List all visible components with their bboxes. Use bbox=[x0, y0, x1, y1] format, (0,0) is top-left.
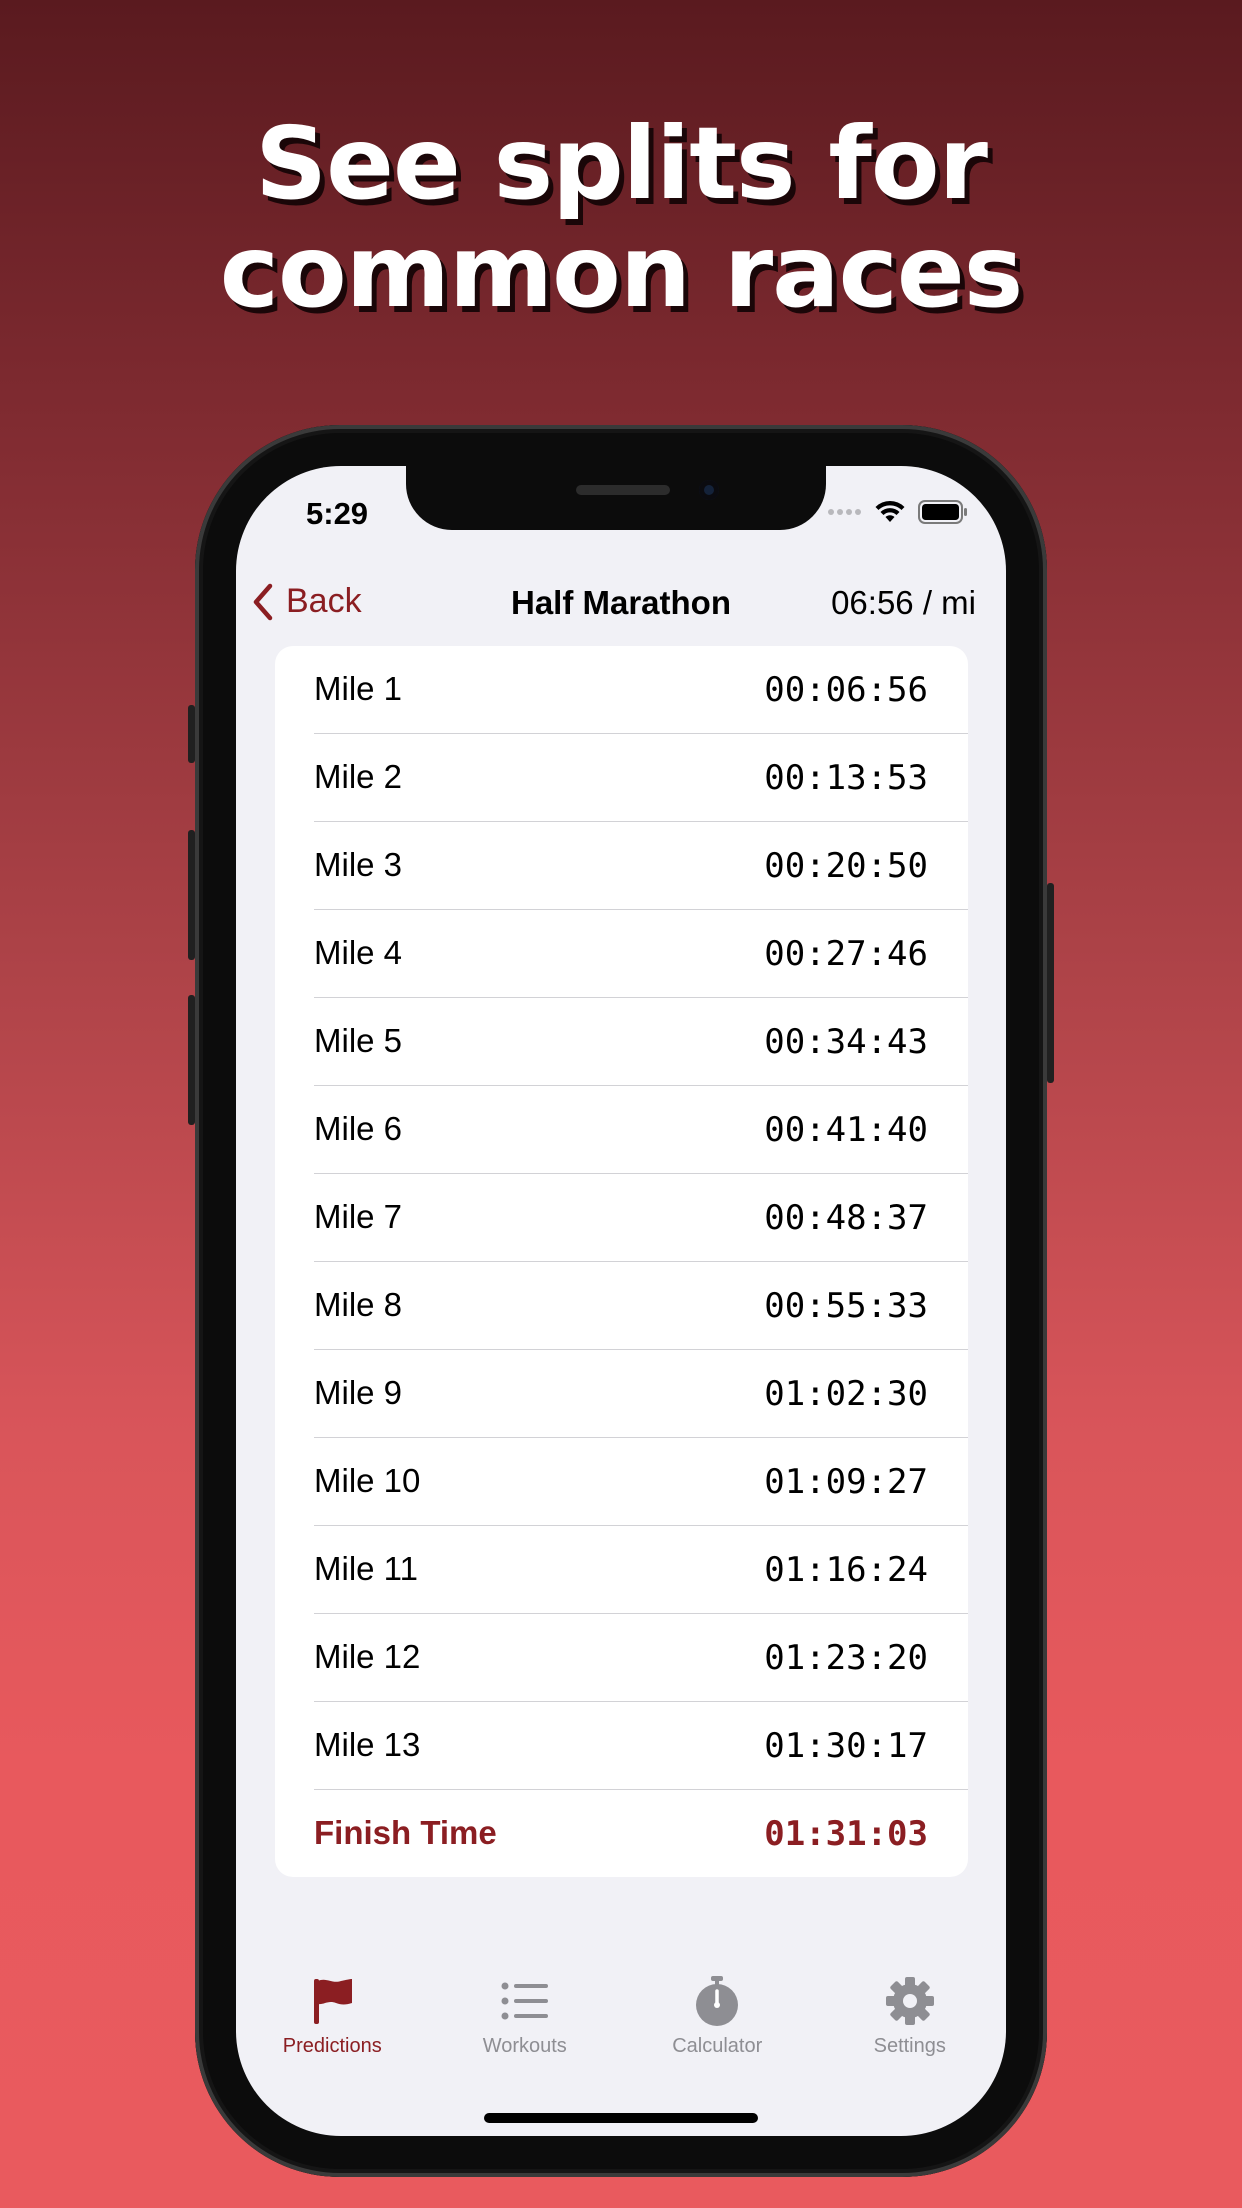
finish-time-row: Finish Time 01:31:03 bbox=[314, 1789, 968, 1877]
split-row: Mile 1 00:06:56 bbox=[314, 646, 968, 733]
split-time: 01:23:20 bbox=[764, 1638, 928, 1678]
split-time: 01:16:24 bbox=[764, 1550, 928, 1590]
split-label: Mile 7 bbox=[314, 1198, 403, 1235]
split-label: Mile 6 bbox=[314, 1110, 403, 1147]
wifi-icon bbox=[875, 500, 905, 522]
list-icon bbox=[501, 1982, 548, 2020]
split-time: 00:34:43 bbox=[764, 1022, 928, 1062]
split-label: Mile 4 bbox=[314, 934, 403, 971]
split-row: Mile 4 00:27:46 bbox=[314, 909, 968, 997]
headline-line-2: common races bbox=[219, 213, 1024, 330]
gear-icon bbox=[885, 1977, 934, 2025]
speaker-grille bbox=[576, 485, 670, 495]
split-row: Mile 10 01:09:27 bbox=[314, 1437, 968, 1525]
split-label: Mile 3 bbox=[314, 846, 403, 883]
navigation-bar: Back Half Marathon 06:56 / mi bbox=[236, 566, 1006, 636]
tab-predictions[interactable]: Predictions bbox=[236, 1971, 429, 2081]
split-row: Mile 12 01:23:20 bbox=[314, 1613, 968, 1701]
stopwatch-icon bbox=[696, 1976, 739, 2026]
silent-switch bbox=[188, 705, 195, 763]
tab-label: Calculator bbox=[672, 2035, 763, 2057]
battery-icon bbox=[918, 500, 967, 524]
split-row: Mile 11 01:16:24 bbox=[314, 1525, 968, 1613]
pace-value: 06:56 / mi bbox=[831, 584, 976, 621]
tab-calculator[interactable]: Calculator bbox=[621, 1971, 814, 2081]
split-row: Mile 7 00:48:37 bbox=[314, 1173, 968, 1261]
flag-icon bbox=[314, 1979, 353, 2024]
split-label: Mile 9 bbox=[314, 1374, 403, 1411]
split-time: 00:41:40 bbox=[764, 1110, 928, 1150]
tab-label: Predictions bbox=[282, 2035, 382, 2057]
phone-frame: 5:29 Back Half Marathon 06:56 / mi Mile … bbox=[188, 425, 1054, 2177]
split-label: Mile 1 bbox=[314, 670, 403, 707]
split-time: 01:02:30 bbox=[764, 1374, 928, 1414]
finish-label: Finish Time bbox=[314, 1814, 497, 1851]
tab-bar: Predictions Workouts Calculator Settings bbox=[236, 1971, 1006, 2081]
split-row: Mile 3 00:20:50 bbox=[314, 821, 968, 909]
tab-label: Settings bbox=[873, 2035, 946, 2057]
split-row: Mile 5 00:34:43 bbox=[314, 997, 968, 1085]
home-indicator[interactable] bbox=[484, 2113, 758, 2123]
finish-time: 01:31:03 bbox=[764, 1814, 928, 1854]
split-time: 00:13:53 bbox=[764, 758, 928, 798]
split-row: Mile 13 01:30:17 bbox=[314, 1701, 968, 1789]
headline-line-1: See splits for bbox=[255, 105, 988, 222]
status-indicators bbox=[828, 498, 968, 526]
status-time: 5:29 bbox=[306, 496, 369, 531]
tab-workouts[interactable]: Workouts bbox=[429, 1971, 622, 2081]
split-time: 00:27:46 bbox=[764, 934, 928, 974]
split-time: 01:30:17 bbox=[764, 1726, 928, 1766]
split-row: Mile 2 00:13:53 bbox=[314, 733, 968, 821]
split-row: Mile 8 00:55:33 bbox=[314, 1261, 968, 1349]
signal-dots-icon bbox=[828, 509, 861, 515]
split-label: Mile 11 bbox=[314, 1550, 418, 1587]
tab-label: Workouts bbox=[482, 2035, 567, 2057]
front-camera bbox=[699, 480, 719, 500]
promo-headline: See splits for common races bbox=[0, 110, 1242, 326]
split-label: Mile 5 bbox=[314, 1022, 403, 1059]
split-time: 00:06:56 bbox=[764, 670, 928, 710]
splits-list: Mile 1 00:06:56 Mile 2 00:13:53 Mile 3 00:2… bbox=[275, 646, 968, 1877]
split-row: Mile 9 01:02:30 bbox=[314, 1349, 968, 1437]
split-time: 00:48:37 bbox=[764, 1198, 928, 1238]
volume-up-button bbox=[188, 830, 195, 960]
split-label: Mile 8 bbox=[314, 1286, 403, 1323]
split-row: Mile 6 00:41:40 bbox=[314, 1085, 968, 1173]
split-label: Mile 2 bbox=[314, 758, 403, 795]
split-label: Mile 13 bbox=[314, 1726, 421, 1763]
power-button bbox=[1047, 883, 1054, 1083]
split-time: 00:55:33 bbox=[764, 1286, 928, 1326]
phone-screen: 5:29 Back Half Marathon 06:56 / mi Mile … bbox=[236, 466, 1006, 2136]
notch bbox=[406, 466, 826, 530]
split-time: 00:20:50 bbox=[764, 846, 928, 886]
split-label: Mile 10 bbox=[314, 1462, 421, 1499]
tab-settings[interactable]: Settings bbox=[814, 1971, 1007, 2081]
volume-down-button bbox=[188, 995, 195, 1125]
split-time: 01:09:27 bbox=[764, 1462, 928, 1502]
split-label: Mile 12 bbox=[314, 1638, 421, 1675]
